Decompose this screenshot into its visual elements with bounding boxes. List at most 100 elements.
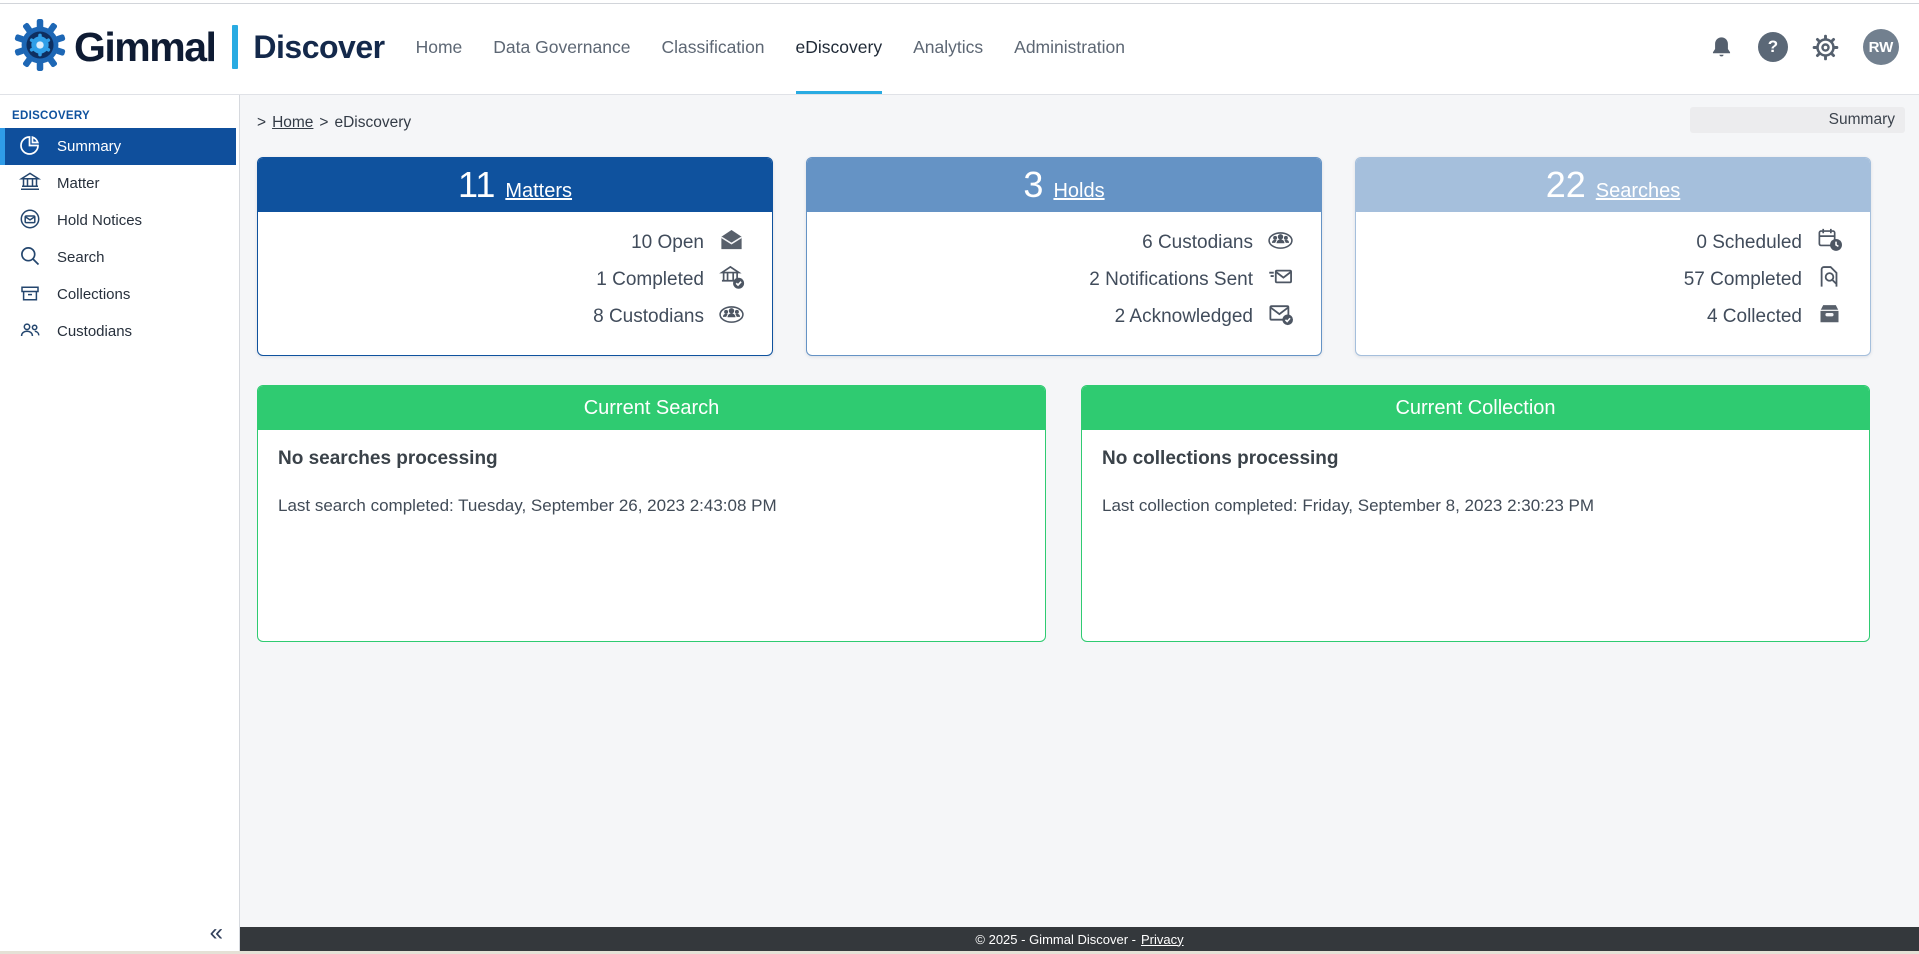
holds-link[interactable]: Holds (1053, 180, 1104, 203)
stat-row-custodians: 6 Custodians (807, 224, 1294, 261)
sidebar-item-label: Custodians (57, 323, 132, 340)
sidebar-collapse-button[interactable]: « (210, 921, 223, 945)
document-search-icon (1816, 263, 1843, 296)
stat-row-notifications-sent: 2 Notifications Sent (807, 261, 1294, 298)
sidebar-item-summary[interactable]: Summary (4, 128, 236, 165)
sidebar-item-hold-notices[interactable]: Hold Notices (4, 202, 236, 239)
gimmal-discover-app: Gimmal Discover Home Data Governance Cla… (0, 0, 1919, 954)
matters-card-body: 10 Open 1 Completed (258, 212, 772, 335)
topbar-actions: ? RW (1708, 29, 1899, 65)
people-group-icon (1267, 226, 1294, 259)
searches-card: 22 Searches 0 Scheduled (1355, 157, 1871, 356)
stat-row-completed: 1 Completed (258, 261, 745, 298)
stat-row-open: 10 Open (258, 224, 745, 261)
stat-row-acknowledged: 2 Acknowledged (807, 298, 1294, 335)
stat-row-label: 0 Scheduled (1696, 232, 1802, 254)
collections-box-icon (18, 281, 42, 309)
breadcrumb: > Home > eDiscovery (257, 114, 411, 132)
collection-status-detail: Last collection completed: Friday, Septe… (1102, 496, 1849, 516)
gimmal-gear-logo-icon (14, 19, 66, 76)
stats-row: 11 Matters 10 Open (257, 157, 1871, 356)
holds-count: 3 (1023, 165, 1043, 205)
stat-row-scheduled: 0 Scheduled (1356, 224, 1843, 261)
sidebar-section-label: EDISCOVERY (12, 110, 239, 122)
envelope-circle-icon (18, 207, 42, 235)
holds-card: 3 Holds 6 Custodians (806, 157, 1322, 356)
magnifier-icon (18, 244, 42, 272)
nav-analytics[interactable]: Analytics (913, 0, 983, 94)
stat-row-label: 4 Collected (1707, 306, 1802, 328)
notifications-bell-icon[interactable] (1708, 34, 1735, 61)
page-title-badge: Summary (1690, 107, 1905, 133)
matters-card-header: 11 Matters (258, 158, 772, 212)
stat-row-label: 1 Completed (596, 269, 704, 291)
searches-card-body: 0 Scheduled (1356, 212, 1870, 335)
breadcrumb-separator: > (257, 114, 266, 132)
archive-box-icon (1816, 300, 1843, 333)
brand-name: Gimmal (74, 24, 215, 71)
footer: © 2025 - Gimmal Discover - Privacy (240, 927, 1919, 951)
current-collection-card: Current Collection No collections proces… (1081, 385, 1870, 642)
breadcrumb-home-link[interactable]: Home (272, 114, 313, 132)
current-search-card: Current Search No searches processing La… (257, 385, 1046, 642)
searches-card-header: 22 Searches (1356, 158, 1870, 212)
logo-divider (232, 25, 238, 69)
stat-row-label: 57 Completed (1684, 269, 1802, 291)
pie-chart-icon (18, 133, 42, 161)
current-search-body: No searches processing Last search compl… (258, 430, 1045, 534)
help-icon[interactable]: ? (1758, 32, 1788, 62)
holds-card-body: 6 Custodians (807, 212, 1321, 335)
sidebar-item-label: Search (57, 249, 105, 266)
breadcrumb-current: eDiscovery (334, 114, 411, 132)
stat-row-completed: 57 Completed (1356, 261, 1843, 298)
top-bar: Gimmal Discover Home Data Governance Cla… (0, 0, 1919, 95)
people-group-icon (718, 300, 745, 333)
stat-row-label: 2 Acknowledged (1115, 306, 1253, 328)
user-avatar[interactable]: RW (1863, 29, 1899, 65)
settings-gear-icon[interactable] (1811, 33, 1840, 62)
sidebar-item-label: Matter (57, 175, 100, 192)
sidebar-item-label: Collections (57, 286, 130, 303)
search-status-message: No searches processing (278, 448, 1025, 470)
current-collection-header: Current Collection (1082, 386, 1869, 430)
stat-row-label: 6 Custodians (1142, 232, 1253, 254)
envelope-open-icon (718, 226, 745, 259)
nav-data-governance[interactable]: Data Governance (493, 0, 630, 94)
page-body: EDISCOVERY Summary (0, 95, 1919, 951)
stat-row-collected: 4 Collected (1356, 298, 1843, 335)
breadcrumb-separator: > (319, 114, 328, 132)
holds-card-header: 3 Holds (807, 158, 1321, 212)
bank-icon (18, 170, 42, 198)
matters-link[interactable]: Matters (505, 180, 572, 203)
matters-count: 11 (458, 165, 495, 205)
sidebar-item-label: Summary (57, 138, 121, 155)
privacy-link[interactable]: Privacy (1141, 932, 1184, 947)
search-status-detail: Last search completed: Tuesday, Septembe… (278, 496, 1025, 516)
collection-status-message: No collections processing (1102, 448, 1849, 470)
current-collection-body: No collections processing Last collectio… (1082, 430, 1869, 534)
gimmal-logo[interactable]: Gimmal Discover (14, 19, 385, 76)
calendar-clock-icon (1816, 226, 1843, 259)
bank-check-icon (718, 263, 745, 296)
sidebar-item-search[interactable]: Search (4, 239, 236, 276)
searches-count: 22 (1546, 165, 1586, 205)
searches-link[interactable]: Searches (1596, 180, 1681, 203)
nav-ediscovery[interactable]: eDiscovery (796, 0, 883, 94)
nav-classification[interactable]: Classification (661, 0, 764, 94)
stat-row-label: 10 Open (631, 232, 704, 254)
people-icon (18, 318, 42, 346)
sidebar-item-matter[interactable]: Matter (4, 165, 236, 202)
primary-navigation: Home Data Governance Classification eDis… (416, 0, 1125, 94)
sidebar-item-collections[interactable]: Collections (4, 276, 236, 313)
sidebar-item-custodians[interactable]: Custodians (4, 313, 236, 350)
sidebar-item-label: Hold Notices (57, 212, 142, 229)
nav-administration[interactable]: Administration (1014, 0, 1125, 94)
stat-row-label: 2 Notifications Sent (1089, 269, 1253, 291)
nav-home[interactable]: Home (416, 0, 463, 94)
current-search-header: Current Search (258, 386, 1045, 430)
main-content: > Home > eDiscovery Summary 11 Matters 1… (240, 95, 1919, 951)
stat-row-label: 8 Custodians (593, 306, 704, 328)
footer-copyright: © 2025 - Gimmal Discover - (975, 932, 1136, 947)
status-row: Current Search No searches processing La… (257, 385, 1870, 642)
stat-row-custodians: 8 Custodians (258, 298, 745, 335)
